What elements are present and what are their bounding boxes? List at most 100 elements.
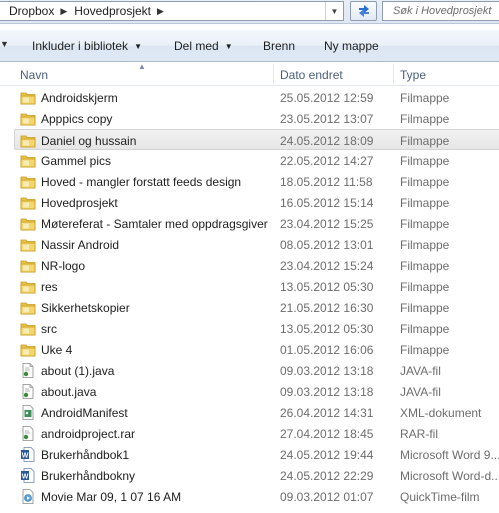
file-type: XML-dokument xyxy=(400,406,482,420)
file-date-modified: 21.05.2012 16:30 xyxy=(280,301,374,315)
file-name: Brukerhåndbok1 xyxy=(41,448,130,462)
file-row[interactable]: Møtereferat - Samtaler med oppdragsgiver… xyxy=(15,213,499,234)
java-file-icon xyxy=(20,384,36,399)
new-folder-button[interactable]: Ny mappe xyxy=(324,39,379,53)
file-type: JAVA-fil xyxy=(400,364,441,378)
column-header-type[interactable]: Type xyxy=(400,68,426,82)
file-row[interactable]: Nassir Android 08.05.2012 13:01 Filmappe xyxy=(15,234,499,255)
file-date-modified: 01.05.2012 16:06 xyxy=(280,343,374,357)
file-row[interactable]: about.java 09.03.2012 13:18 JAVA-fil xyxy=(15,381,499,402)
include-in-library-label: Inkluder i bibliotek xyxy=(32,39,129,53)
file-type: Filmappe xyxy=(400,238,450,252)
column-divider[interactable] xyxy=(393,64,394,84)
file-name: Sikkerhetskopier xyxy=(41,301,130,315)
new-folder-label: Ny mappe xyxy=(324,39,379,53)
file-date-modified: 23.04.2012 15:24 xyxy=(280,259,374,273)
burn-label: Brenn xyxy=(263,39,296,53)
breadcrumb-dropbox[interactable]: Dropbox xyxy=(0,4,54,18)
file-type: JAVA-fil xyxy=(400,385,441,399)
file-date-modified: 16.05.2012 15:14 xyxy=(280,196,374,210)
word-doc-icon: W xyxy=(20,468,36,483)
file-row[interactable]: Hoved - mangler forstatt feeds design 18.… xyxy=(15,171,499,192)
folder-icon xyxy=(20,133,36,148)
folder-icon xyxy=(20,300,36,315)
refresh-icon xyxy=(358,5,369,17)
file-date-modified: 24.05.2012 22:29 xyxy=(280,469,374,483)
svg-text:W: W xyxy=(22,474,29,481)
file-date-modified: 23.05.2012 13:07 xyxy=(280,112,374,126)
folder-icon xyxy=(20,216,36,231)
file-name: Apppics copy xyxy=(41,112,113,126)
folder-icon xyxy=(20,90,36,105)
file-name: Brukerhåndbokny xyxy=(41,469,136,483)
chevron-down-icon: ▼ xyxy=(224,42,233,51)
file-row[interactable]: Movie Mar 09, 1 07 16 AM 09.03.2012 01:07… xyxy=(15,486,499,507)
file-row[interactable]: src 13.05.2012 05:30 Filmappe xyxy=(15,318,499,339)
file-row[interactable]: W Brukerhåndbok1 24.05.2012 19:44 Microsoft… xyxy=(15,444,499,465)
file-name: Gammel pics xyxy=(41,154,112,168)
file-row[interactable]: androidproject.rar 27.04.2012 18:45 RAR-fi… xyxy=(15,423,499,444)
rar-file-icon xyxy=(20,426,36,441)
file-type: Filmappe xyxy=(400,91,450,105)
file-name: NR-logo xyxy=(41,259,86,273)
list-bottom xyxy=(0,506,499,513)
address-dropdown-icon[interactable]: ▼ xyxy=(325,2,343,20)
folder-icon xyxy=(20,111,36,126)
folder-icon xyxy=(20,258,36,273)
folder-icon xyxy=(20,342,36,357)
column-header-date[interactable]: Dato endret xyxy=(280,68,343,82)
folder-icon xyxy=(20,279,36,294)
file-name: Hoved - mangler forstatt feeds design xyxy=(41,175,242,189)
column-header-row: ▲ Navn Dato endret Type xyxy=(0,62,499,86)
file-date-modified: 09.03.2012 01:07 xyxy=(280,490,374,504)
file-row[interactable]: Daniel og hussain 24.05.2012 18:09 Filmapp… xyxy=(14,129,499,150)
file-date-modified: 08.05.2012 13:01 xyxy=(280,238,374,252)
svg-text:W: W xyxy=(22,453,29,460)
file-row[interactable]: Androidskjerm 25.05.2012 12:59 Filmappe xyxy=(15,87,499,108)
file-name: AndroidManifest xyxy=(41,406,128,420)
java-file-icon xyxy=(20,363,36,378)
burn-button[interactable]: Brenn xyxy=(263,39,295,53)
file-row[interactable]: Gammel pics 22.05.2012 14:27 Filmappe xyxy=(15,150,499,171)
file-type: Filmappe xyxy=(400,217,450,231)
refresh-button[interactable] xyxy=(350,1,377,21)
file-name: about.java xyxy=(41,385,97,399)
file-row[interactable]: res 13.05.2012 05:30 Filmappe xyxy=(15,276,499,297)
folder-icon xyxy=(20,321,36,336)
address-strip: Dropbox ▶ Hovedprosjekt ▶ ▼ Søk i Hovedp… xyxy=(0,0,499,24)
file-date-modified: 26.04.2012 14:31 xyxy=(280,406,374,420)
file-type: Filmappe xyxy=(400,343,450,357)
file-name: res xyxy=(41,280,58,294)
address-bar[interactable]: Dropbox ▶ Hovedprosjekt ▶ ▼ xyxy=(0,1,344,21)
file-date-modified: 24.05.2012 18:09 xyxy=(280,134,374,148)
breadcrumb-hovedprosjekt[interactable]: Hovedprosjekt xyxy=(74,4,151,18)
file-name: Nassir Android xyxy=(41,238,120,252)
file-type: Filmappe xyxy=(400,154,450,168)
column-header-name[interactable]: Navn xyxy=(20,68,48,82)
file-row[interactable]: Uke 4 01.05.2012 16:06 Filmappe xyxy=(15,339,499,360)
breadcrumb-label: Dropbox xyxy=(9,4,55,18)
column-divider[interactable] xyxy=(273,64,274,84)
file-name: Hovedprosjekt xyxy=(41,196,118,210)
share-with-label: Del med xyxy=(174,39,219,53)
file-type: Microsoft Word-d... xyxy=(400,469,499,483)
file-row[interactable]: Hovedprosjekt 16.05.2012 15:14 Filmappe xyxy=(15,192,499,213)
file-type: Filmappe xyxy=(400,280,450,294)
file-name: about (1).java xyxy=(41,364,115,378)
file-row[interactable]: about (1).java 09.03.2012 13:18 JAVA-fil xyxy=(15,360,499,381)
file-row[interactable]: NR-logo 23.04.2012 15:24 Filmappe xyxy=(15,255,499,276)
file-type: QuickTime-film xyxy=(400,490,480,504)
file-row[interactable]: Apppics copy 23.05.2012 13:07 Filmappe xyxy=(15,108,499,129)
file-type: Filmappe xyxy=(400,134,450,148)
folder-icon xyxy=(20,237,36,252)
share-with-button[interactable]: Del med ▼ xyxy=(174,39,233,53)
file-row[interactable]: Sikkerhetskopier 21.05.2012 16:30 Filmappe xyxy=(15,297,499,318)
file-row[interactable]: W Brukerhåndbokny 24.05.2012 22:29 Microsof… xyxy=(15,465,499,486)
search-input[interactable]: Søk i Hovedprosjekt xyxy=(382,1,499,21)
file-row[interactable]: AndroidManifest 26.04.2012 14:31 XML-dokum… xyxy=(15,402,499,423)
breadcrumb-chevron-icon[interactable]: ▶ xyxy=(60,6,67,17)
include-in-library-button[interactable]: Inkluder i bibliotek ▼ xyxy=(32,39,142,53)
chevron-down-icon[interactable]: ▼ xyxy=(0,39,9,49)
breadcrumb-chevron-icon[interactable]: ▶ xyxy=(157,6,164,17)
folder-icon xyxy=(20,153,36,168)
